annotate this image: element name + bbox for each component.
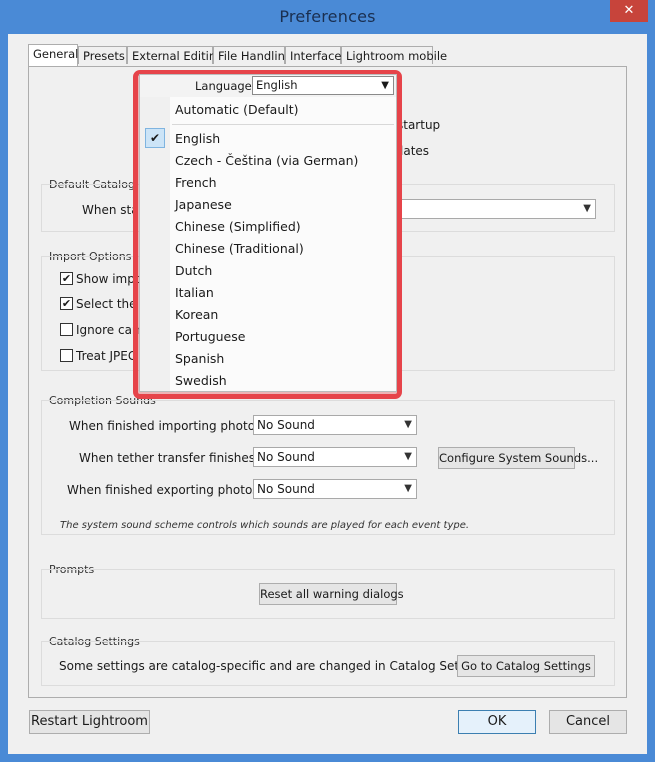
- tether-sound-value: No Sound: [257, 450, 315, 464]
- menu-separator: [172, 124, 394, 125]
- language-label: Language:: [195, 79, 256, 93]
- language-option-chinese-simplified[interactable]: Chinese (Simplified): [175, 219, 301, 234]
- export-sound-select[interactable]: No Sound ▼: [253, 479, 417, 499]
- default-catalog-select[interactable]: ▼: [389, 199, 596, 219]
- chevron-down-icon: ▼: [404, 483, 412, 494]
- export-sound-value: No Sound: [257, 482, 315, 496]
- language-option-dutch[interactable]: Dutch: [175, 263, 212, 278]
- sound-scheme-note: The system sound scheme controls which s…: [60, 520, 470, 531]
- language-option-spanish[interactable]: Spanish: [175, 351, 224, 366]
- import-sound-select[interactable]: No Sound ▼: [253, 415, 417, 435]
- language-header: Language: English ▼: [140, 75, 396, 97]
- tab-external-editing[interactable]: External Editing: [127, 46, 223, 64]
- tab-general[interactable]: General: [28, 44, 78, 66]
- tab-presets[interactable]: Presets: [78, 46, 127, 64]
- window-title: Preferences: [279, 7, 376, 26]
- ignore-camera-checkbox[interactable]: [60, 323, 73, 336]
- language-selected-value: English: [256, 78, 298, 92]
- close-button[interactable]: ✕: [610, 0, 648, 22]
- language-option-korean[interactable]: Korean: [175, 307, 218, 322]
- tab-file-handling[interactable]: File Handling: [213, 46, 292, 64]
- checkmark-icon: ✔: [145, 128, 165, 148]
- configure-system-sounds-button[interactable]: Configure System Sounds...: [438, 447, 598, 469]
- language-option-automatic[interactable]: Automatic (Default): [175, 102, 299, 117]
- reset-warning-dialogs-button[interactable]: Reset all warning dialogs: [259, 583, 404, 605]
- language-option-japanese[interactable]: Japanese: [175, 197, 232, 212]
- ok-button[interactable]: OK: [458, 710, 536, 734]
- chevron-down-icon: ▼: [404, 451, 412, 462]
- language-option-chinese-traditional[interactable]: Chinese (Traditional): [175, 241, 304, 256]
- chevron-down-icon: ▼: [583, 203, 591, 214]
- language-select[interactable]: English ▼: [252, 76, 394, 95]
- title-bar[interactable]: Preferences ✕: [0, 0, 655, 34]
- startup-text-fragment: startup: [397, 118, 441, 132]
- show-import-checkbox[interactable]: ✔: [60, 272, 73, 285]
- treat-jpeg-checkbox[interactable]: [60, 349, 73, 362]
- restart-lightroom-button[interactable]: Restart Lightroom: [29, 710, 150, 734]
- select-current-checkbox[interactable]: ✔: [60, 297, 73, 310]
- chevron-down-icon: ▼: [404, 419, 412, 430]
- language-option-italian[interactable]: Italian: [175, 285, 214, 300]
- updates-text-fragment: lates: [400, 144, 430, 158]
- close-icon: ✕: [623, 3, 635, 18]
- tab-interface[interactable]: Interface: [285, 46, 342, 64]
- catalog-settings-text: Some settings are catalog-specific and a…: [59, 659, 493, 673]
- tab-lightroom-mobile[interactable]: Lightroom mobile: [341, 46, 447, 64]
- language-dropdown[interactable]: Language: English ▼ Automatic (Default) …: [139, 74, 397, 392]
- import-sound-value: No Sound: [257, 418, 315, 432]
- language-option-czech[interactable]: Czech - Čeština (via German): [175, 153, 358, 168]
- language-option-portuguese[interactable]: Portuguese: [175, 329, 245, 344]
- cancel-button[interactable]: Cancel: [549, 710, 627, 734]
- chevron-down-icon: ▼: [381, 80, 389, 91]
- go-to-catalog-settings-button[interactable]: Go to Catalog Settings: [457, 655, 595, 677]
- language-option-french[interactable]: French: [175, 175, 217, 190]
- tether-sound-select[interactable]: No Sound ▼: [253, 447, 417, 467]
- language-option-english[interactable]: English: [175, 131, 220, 146]
- language-option-swedish[interactable]: Swedish: [175, 373, 227, 388]
- preferences-window: Preferences ✕ General Presets External E…: [0, 0, 655, 762]
